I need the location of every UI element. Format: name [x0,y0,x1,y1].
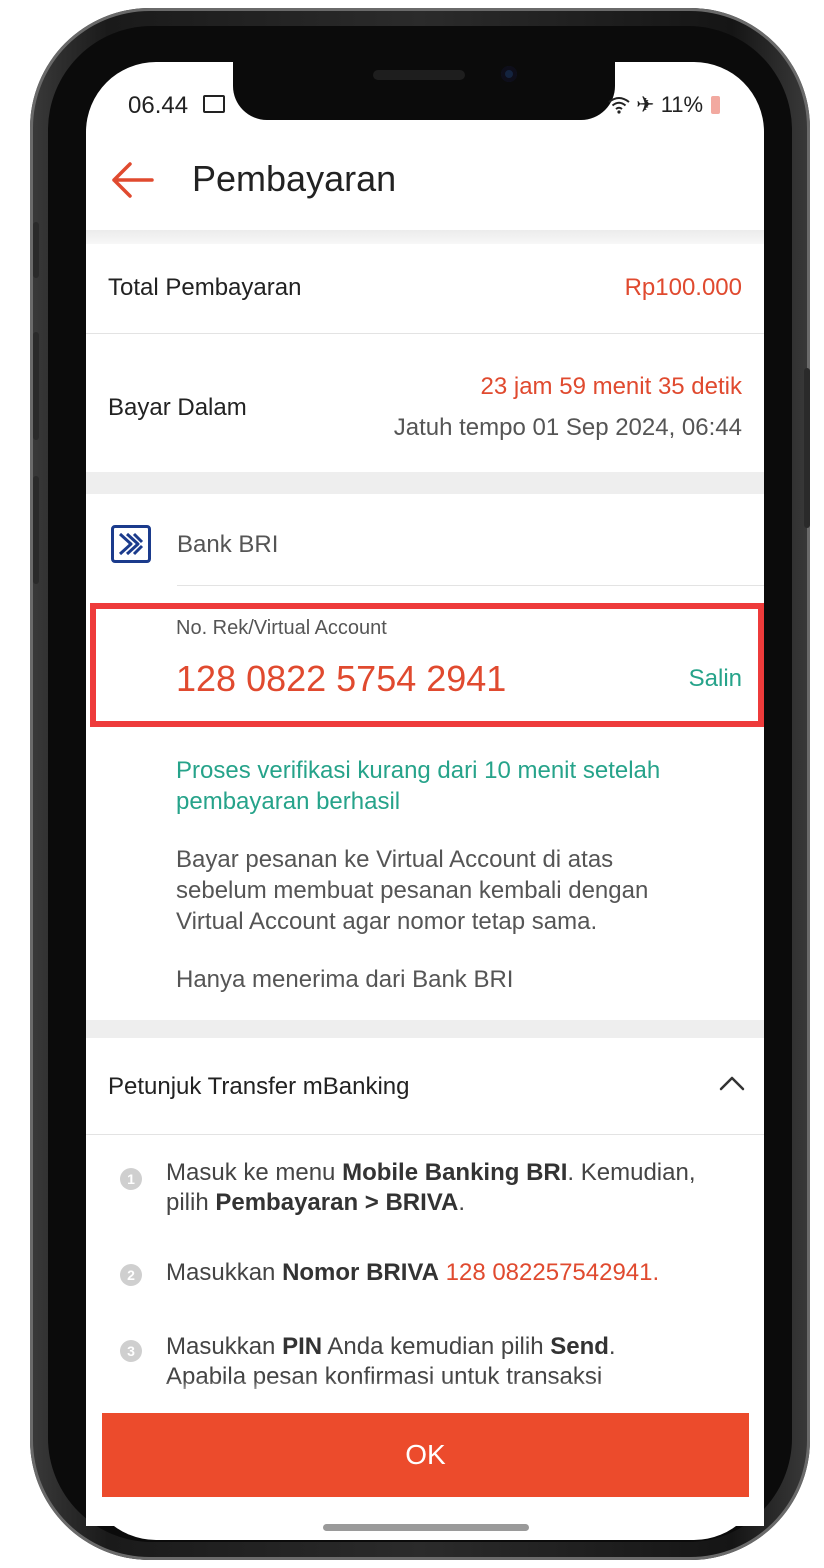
volume-up-button [33,332,39,440]
step-1-line-2: pilih Pembayaran > BRIVA. [166,1189,466,1216]
chevron-up-icon[interactable] [718,1073,746,1093]
total-amount: Rp100.000 [624,274,742,301]
verification-line-1: Proses verifikasi kurang dari 10 menit s… [176,757,661,784]
step-number: 2 [120,1264,142,1286]
accept-only-note: Hanya menerima dari Bank BRI [176,966,514,993]
step-2-line-1: Masukkan Nomor BRIVA 128 082257542941. [166,1259,660,1286]
wifi-icon [608,92,636,117]
highlight-box [90,603,764,727]
step-number: 1 [120,1168,142,1190]
countdown-timer: 23 jam 59 menit 35 detik [480,373,742,400]
status-icons: ✈ 11% [608,92,721,118]
front-camera [501,66,517,82]
gallery-notification-icon [203,95,225,113]
note-line-3: Virtual Account agar nomor tetap sama. [176,908,598,935]
notch [233,62,615,120]
page-title: Pembayaran [192,158,397,199]
section-separator [86,1020,764,1038]
due-date: Jatuh tempo 01 Sep 2024, 06:44 [393,414,742,441]
total-label: Total Pembayaran [108,274,302,301]
power-button [804,368,810,528]
header-divider [86,230,764,244]
battery-percent: 11% [660,92,704,117]
home-indicator[interactable] [323,1524,529,1531]
ok-button[interactable]: OK [102,1413,749,1497]
note-line-2: sebelum membuat pesanan kembali dengan [176,877,649,904]
airplane-icon: ✈ [636,92,655,117]
battery-icon [711,96,721,114]
back-arrow-icon[interactable] [108,160,154,200]
step-1-line-1: Masuk ke menu Mobile Banking BRI. Kemudi… [166,1159,696,1186]
step-number: 3 [120,1340,142,1362]
section-separator [86,472,764,494]
divider [177,585,764,586]
pay-within-label: Bayar Dalam [108,394,247,421]
verification-line-2: pembayaran berhasil [176,788,401,815]
step-3-line-1: Masukkan PIN Anda kemudian pilih Send. [166,1333,616,1360]
speaker-grille [373,70,465,80]
silent-switch [33,222,39,278]
note-line-1: Bayar pesanan ke Virtual Account di atas [176,846,614,873]
bri-logo-icon [111,525,151,563]
divider [86,333,764,334]
instructions-title[interactable]: Petunjuk Transfer mBanking [108,1073,410,1101]
bank-name: Bank BRI [177,531,279,558]
volume-down-button [33,476,39,584]
status-time: 06.44 [128,92,189,119]
divider [86,1134,764,1135]
